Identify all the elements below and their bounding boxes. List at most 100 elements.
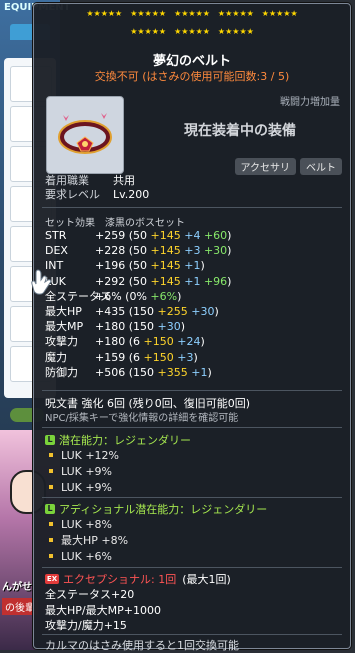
additional-line-text: 最大HP +8%: [61, 534, 129, 547]
additional-potential-line: LUK +6%: [45, 549, 128, 565]
requirement-row: 要求レベル Lv.200: [45, 188, 149, 202]
karma-scissors-note: カルマのはさみ使用すると1回交換可能: [45, 639, 239, 652]
potential-line: LUK +9%: [45, 480, 119, 496]
item-name: 夢幻のベルト: [152, 54, 231, 69]
stat-flame: +24: [173, 335, 201, 349]
stat-total: +435: [95, 305, 126, 319]
stat-potential: +60: [200, 229, 228, 242]
potential-line-text: LUK +12%: [61, 449, 120, 462]
stat-name: 魔力: [45, 350, 67, 364]
divider: [42, 497, 342, 498]
character-name: んがせ: [2, 582, 32, 593]
stat-row: 全ステータス+6% (0% +6%): [45, 289, 231, 304]
additional-potential-line: LUK +8%: [45, 517, 128, 533]
stat-name: DEX: [45, 244, 68, 258]
stat-base: (50: [128, 259, 151, 273]
stat-row: DEX +228 (50 +145 +3 +30): [45, 243, 231, 258]
requirement-label: 着用職業: [45, 174, 89, 187]
exceptional-line: 全ステータス+20: [45, 588, 135, 601]
stat-flame: +1: [180, 259, 201, 273]
exceptional-line: 攻撃力/魔力+15: [45, 619, 127, 632]
combat-power-increase-label: 戦闘力増加量: [280, 97, 340, 108]
bullet-icon: [49, 538, 53, 542]
stat-base: (150: [128, 365, 158, 379]
stat-starforce: +145: [150, 229, 181, 242]
stat-close: ): [207, 365, 212, 379]
star-group: ★★★★★: [261, 9, 298, 18]
stat-name: 防御力: [45, 365, 78, 379]
stat-potential: +30: [200, 244, 228, 258]
stat-base: (0%: [125, 289, 151, 303]
stat-base: (50: [128, 229, 151, 242]
stat-base: (6: [128, 335, 144, 349]
stat-total: +180: [95, 335, 126, 349]
item-tooltip: ★★★★★ ★★★★★ ★★★★★ ★★★★★ ★★★★★ ★★★★★ ★★★★★ ★★★★…: [33, 3, 351, 652]
stat-total: +196: [95, 259, 126, 273]
requirement-value: Lv.200: [113, 188, 150, 201]
stat-total: +6%: [95, 289, 122, 303]
requirements: 着用職業 共用 要求レベル Lv.200: [45, 174, 149, 202]
additional-potential-title: アディショナル潜在能力：レジェンダリー: [59, 503, 268, 516]
stat-close: ): [214, 305, 219, 319]
potential-line-text: LUK +9%: [61, 481, 113, 494]
item-icon-frame: [46, 96, 124, 174]
stat-row: LUK +292 (50 +145 +1 +96): [45, 274, 231, 289]
stat-flame: +1: [180, 274, 201, 288]
requirement-label: 要求レベル: [45, 188, 100, 201]
stat-total: +292: [95, 274, 126, 288]
item-tags: アクセサリ ベルト: [231, 158, 342, 175]
stat-row: STR +259 (50 +145 +4 +60): [45, 228, 231, 243]
requirement-row: 着用職業 共用: [45, 174, 149, 188]
divider: [42, 427, 342, 428]
star-group: ★★★★★: [174, 27, 210, 36]
stat-starforce: +255: [157, 305, 188, 319]
stat-row: 攻撃力 +180 (6 +150 +24): [45, 334, 231, 349]
exceptional-header: EX エクセプショナル: 1回 (最大1回): [45, 571, 231, 587]
additional-line-text: LUK +8%: [61, 518, 113, 531]
star-group: ★★★★★: [174, 9, 210, 18]
hand-cursor-icon: [31, 269, 52, 295]
stat-close: ): [193, 350, 198, 364]
stat-starforce: +355: [157, 365, 188, 379]
divider: [42, 567, 342, 568]
stat-close: ): [227, 274, 232, 288]
legendary-badge-icon: L: [45, 504, 55, 514]
stat-flame: +30: [157, 320, 181, 334]
additional-line-text: LUK +6%: [61, 550, 113, 563]
stat-flame: +30: [187, 305, 215, 319]
stat-starforce: +145: [150, 259, 181, 273]
exceptional-badge-icon: EX: [45, 574, 59, 584]
stat-base: (6: [128, 350, 144, 364]
stat-potential: +96: [200, 274, 228, 288]
star-row-1: ★★★★★ ★★★★★ ★★★★★ ★★★★★ ★★★★★: [34, 9, 350, 19]
star-force-stars: ★★★★★ ★★★★★ ★★★★★ ★★★★★ ★★★★★ ★★★★★ ★★★★★ ★★★★…: [34, 9, 350, 37]
stat-total: +259: [95, 229, 126, 242]
stat-total: +180: [95, 320, 126, 334]
divider: [42, 207, 342, 208]
potential-line: LUK +12%: [45, 448, 119, 464]
npc-hint: NPC/採集キーで強化情報の詳細を確認可能: [45, 413, 239, 424]
star-group: ★★★★★: [86, 9, 123, 18]
stat-close: ): [227, 229, 232, 242]
divider: [42, 390, 342, 391]
stat-close: ): [200, 259, 205, 273]
potential-line-text: LUK +9%: [61, 465, 113, 478]
stat-potential: +6%: [150, 289, 178, 303]
stat-close: ): [200, 335, 205, 349]
belt-icon: [58, 113, 112, 154]
stat-close: ): [180, 320, 186, 334]
stat-row: INT +196 (50 +145 +1): [45, 258, 231, 273]
tag-belt: ベルト: [300, 158, 342, 175]
trade-info: 交換不可 (はさみの使用可能回数:3 / 5): [94, 70, 290, 83]
additional-potential-line: 最大HP +8%: [45, 533, 128, 549]
stat-name: 攻撃力: [45, 335, 78, 349]
stat-close: ): [227, 244, 232, 258]
bullet-icon: [49, 522, 53, 526]
stat-row: 魔力 +159 (6 +150 +3): [45, 350, 231, 365]
potential-list: LUK +12% LUK +9% LUK +9%: [45, 448, 119, 496]
stat-total: +228: [95, 244, 126, 258]
exceptional-title: エクセプショナル: 1回: [63, 573, 177, 586]
stat-row: 最大HP +435 (150 +255 +30): [45, 304, 231, 319]
star-group: ★★★★★: [130, 9, 167, 18]
currently-equipped-label: 現在装着中の装備: [184, 123, 296, 139]
